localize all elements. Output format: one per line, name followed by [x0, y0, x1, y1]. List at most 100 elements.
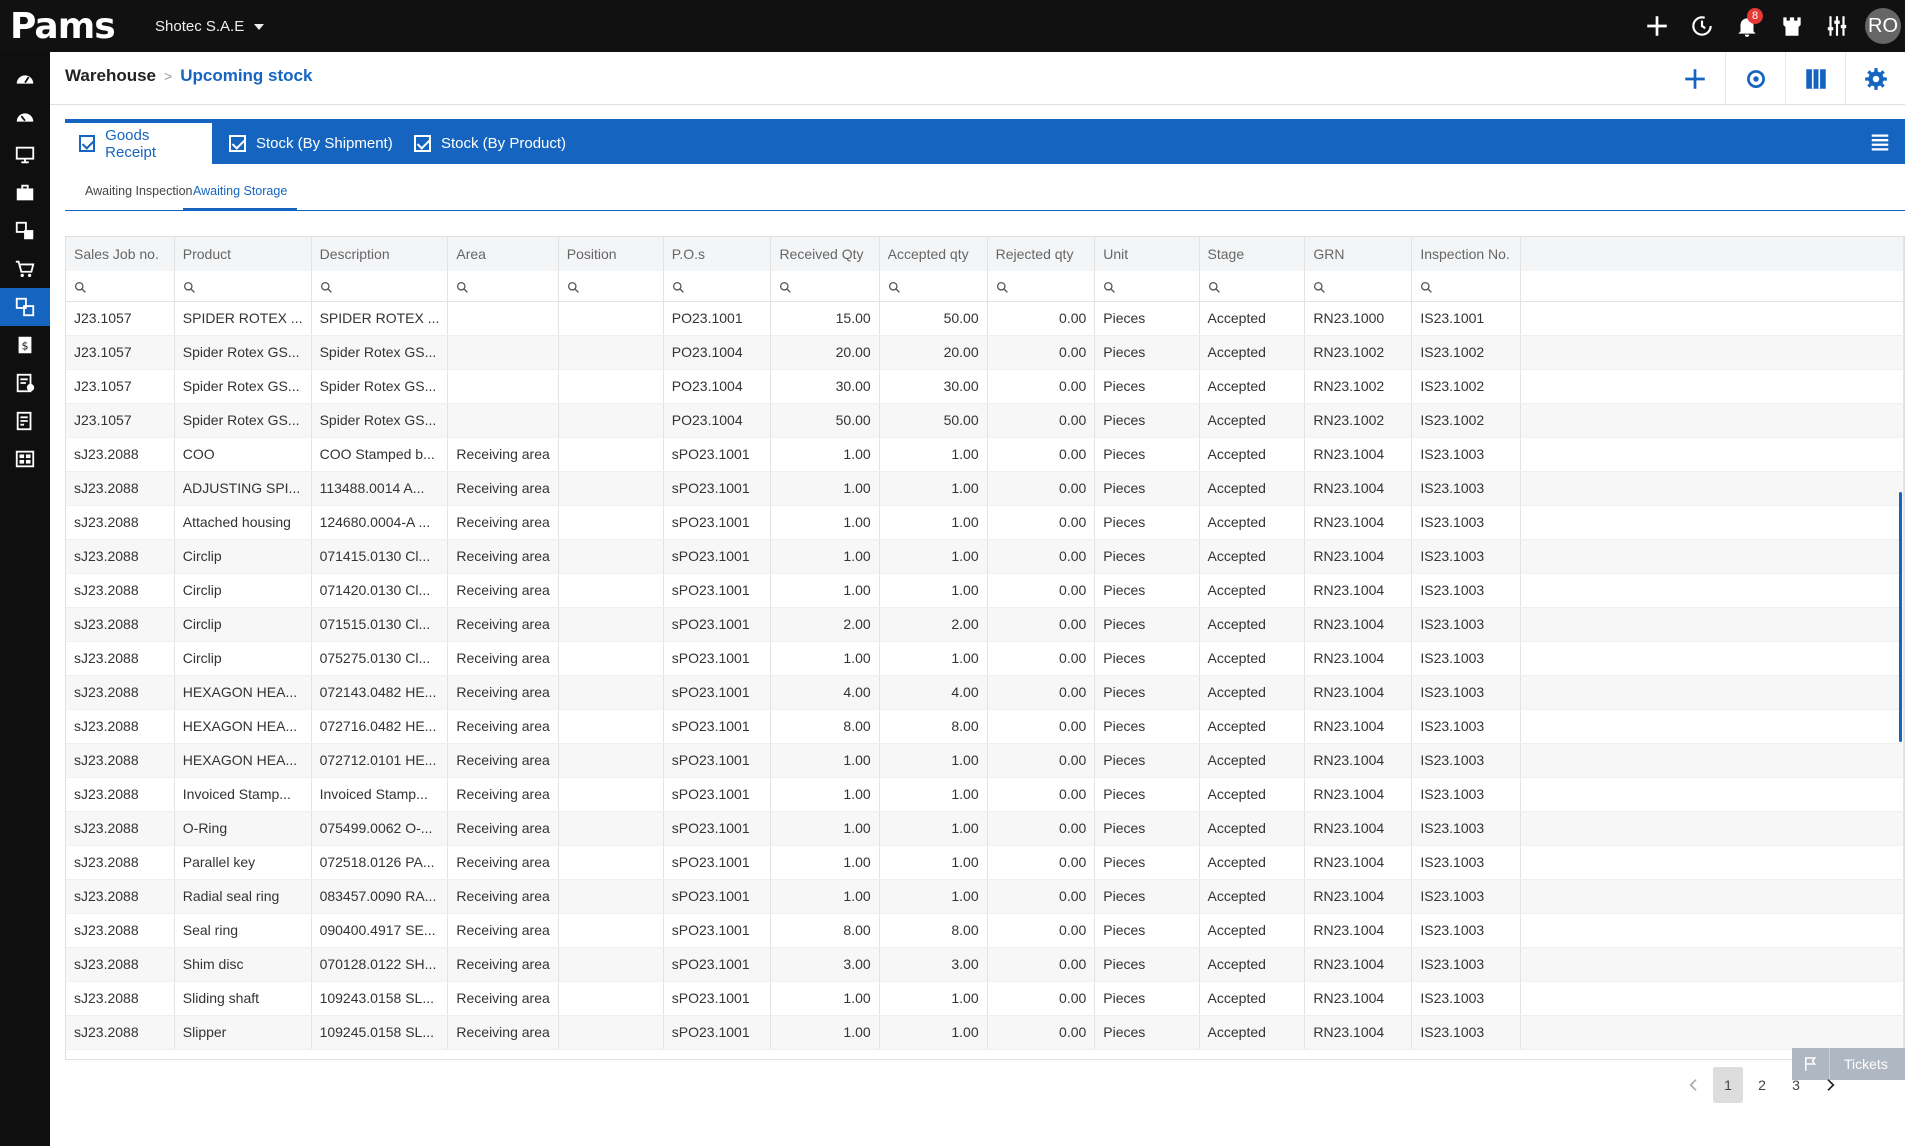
- table-cell[interactable]: IS23.1003: [1411, 981, 1522, 1016]
- app-logo[interactable]: Pams: [10, 6, 116, 47]
- page-3-button[interactable]: 3: [1781, 1067, 1811, 1103]
- table-cell[interactable]: RN23.1004: [1304, 1015, 1413, 1050]
- column-filter[interactable]: [174, 271, 312, 302]
- table-row[interactable]: sJ23.2088 Circlip 071415.0130 Cl... Receivi…: [66, 539, 1904, 574]
- sidebar-invoice-dollar-icon[interactable]: $: [0, 326, 50, 364]
- table-cell[interactable]: RN23.1004: [1304, 879, 1413, 914]
- table-cell[interactable]: sPO23.1001: [663, 777, 772, 812]
- sidebar-checklist-icon[interactable]: [0, 364, 50, 402]
- table-cell[interactable]: sPO23.1001: [663, 607, 772, 642]
- table-cell[interactable]: IS23.1003: [1411, 539, 1522, 574]
- table-cell[interactable]: RN23.1004: [1304, 471, 1413, 506]
- table-cell[interactable]: RN23.1004: [1304, 777, 1413, 812]
- table-row[interactable]: sJ23.2088 COO COO Stamped b... Receiving ar…: [66, 437, 1904, 472]
- table-cell[interactable]: sJ23.2088: [66, 641, 175, 676]
- table-cell[interactable]: sJ23.2088: [66, 777, 175, 812]
- table-row[interactable]: sJ23.2088 O-Ring 075499.0062 O-... Receivin…: [66, 811, 1904, 846]
- table-row[interactable]: sJ23.2088 Slipper 109245.0158 SL... Receivi…: [66, 1015, 1904, 1050]
- table-cell[interactable]: sJ23.2088: [66, 743, 175, 778]
- table-cell[interactable]: RN23.1004: [1304, 607, 1413, 642]
- table-cell[interactable]: IS23.1003: [1411, 879, 1522, 914]
- table-cell[interactable]: IS23.1003: [1411, 811, 1522, 846]
- column-filter[interactable]: [1094, 271, 1200, 302]
- tab-stock-by-shipment[interactable]: Stock (By Shipment): [215, 123, 407, 164]
- table-cell[interactable]: sPO23.1001: [663, 709, 772, 744]
- sidebar-monitor-icon[interactable]: [0, 136, 50, 174]
- table-cell[interactable]: sPO23.1001: [663, 811, 772, 846]
- table-cell[interactable]: RN23.1004: [1304, 539, 1413, 574]
- table-cell[interactable]: RN23.1002: [1304, 369, 1413, 404]
- table-cell[interactable]: RN23.1004: [1304, 981, 1413, 1016]
- table-cell[interactable]: sJ23.2088: [66, 471, 175, 506]
- add-record-icon[interactable]: [1665, 52, 1725, 105]
- table-cell[interactable]: IS23.1002: [1411, 335, 1522, 370]
- user-avatar[interactable]: RO: [1865, 8, 1901, 44]
- column-header[interactable]: Description: [311, 237, 449, 271]
- table-row[interactable]: sJ23.2088 HEXAGON HEA... 072143.0482 HE...…: [66, 675, 1904, 710]
- column-header[interactable]: Product: [174, 237, 312, 271]
- column-filter[interactable]: [558, 271, 664, 302]
- table-cell[interactable]: IS23.1003: [1411, 777, 1522, 812]
- table-cell[interactable]: sPO23.1001: [663, 845, 772, 880]
- table-cell[interactable]: RN23.1002: [1304, 403, 1413, 438]
- table-cell[interactable]: RN23.1004: [1304, 845, 1413, 880]
- table-cell[interactable]: sPO23.1001: [663, 913, 772, 948]
- table-cell[interactable]: RN23.1004: [1304, 675, 1413, 710]
- company-selector[interactable]: Shotec S.A.E: [155, 18, 265, 35]
- table-cell[interactable]: RN23.1004: [1304, 505, 1413, 540]
- table-cell[interactable]: sPO23.1001: [663, 573, 772, 608]
- table-cell[interactable]: IS23.1003: [1411, 675, 1522, 710]
- column-header[interactable]: Rejected qty: [987, 237, 1096, 271]
- sidebar-report-icon[interactable]: [0, 402, 50, 440]
- table-cell[interactable]: PO23.1004: [663, 335, 772, 370]
- column-header[interactable]: Received Qty: [770, 237, 880, 271]
- table-cell[interactable]: IS23.1002: [1411, 369, 1522, 404]
- vertical-scrollbar[interactable]: [1899, 492, 1902, 742]
- table-cell[interactable]: sJ23.2088: [66, 1015, 175, 1050]
- table-cell[interactable]: IS23.1003: [1411, 743, 1522, 778]
- table-cell[interactable]: sPO23.1001: [663, 505, 772, 540]
- table-cell[interactable]: sPO23.1001: [663, 539, 772, 574]
- next-page-chevron-icon[interactable]: [1815, 1067, 1845, 1103]
- table-row[interactable]: sJ23.2088 Circlip 071515.0130 Cl... Receivi…: [66, 607, 1904, 642]
- table-row[interactable]: J23.1057 SPIDER ROTEX ... SPIDER ROTEX ...…: [66, 301, 1904, 336]
- table-row[interactable]: sJ23.2088 Shim disc 070128.0122 SH... Recei…: [66, 947, 1904, 982]
- column-filter[interactable]: [663, 271, 772, 302]
- sidebar-briefcase-icon[interactable]: [0, 174, 50, 212]
- table-row[interactable]: sJ23.2088 Sliding shaft 109243.0158 SL... R…: [66, 981, 1904, 1016]
- add-icon[interactable]: [1634, 0, 1679, 52]
- column-header[interactable]: Inspection No.: [1411, 237, 1522, 271]
- column-filter[interactable]: [770, 271, 880, 302]
- table-cell[interactable]: IS23.1001: [1411, 301, 1522, 336]
- tab-stock-by-product[interactable]: Stock (By Product): [400, 123, 580, 164]
- table-cell[interactable]: J23.1057: [66, 301, 175, 336]
- table-cell[interactable]: sJ23.2088: [66, 539, 175, 574]
- notifications-bell-icon[interactable]: 8: [1724, 0, 1769, 52]
- table-cell[interactable]: RN23.1000: [1304, 301, 1413, 336]
- table-cell[interactable]: sJ23.2088: [66, 947, 175, 982]
- page-2-button[interactable]: 2: [1747, 1067, 1777, 1103]
- table-cell[interactable]: RN23.1004: [1304, 913, 1413, 948]
- table-row[interactable]: J23.1057 Spider Rotex GS... Spider Rotex G…: [66, 369, 1904, 404]
- sidebar-warehouse-icon[interactable]: [0, 288, 50, 326]
- refresh-icon[interactable]: [1725, 52, 1785, 105]
- table-cell[interactable]: IS23.1003: [1411, 573, 1522, 608]
- table-cell[interactable]: sPO23.1001: [663, 743, 772, 778]
- table-cell[interactable]: IS23.1003: [1411, 641, 1522, 676]
- table-row[interactable]: sJ23.2088 Seal ring 090400.4917 SE... Recei…: [66, 913, 1904, 948]
- table-cell[interactable]: sJ23.2088: [66, 573, 175, 608]
- table-row[interactable]: J23.1057 Spider Rotex GS... Spider Rotex G…: [66, 335, 1904, 370]
- columns-layout-icon[interactable]: [1785, 52, 1845, 105]
- sidebar-dashboard-tiles-icon[interactable]: [0, 440, 50, 478]
- table-cell[interactable]: sPO23.1001: [663, 641, 772, 676]
- table-row[interactable]: sJ23.2088 HEXAGON HEA... 072716.0482 HE...…: [66, 709, 1904, 744]
- table-cell[interactable]: sPO23.1001: [663, 1015, 772, 1050]
- table-cell[interactable]: RN23.1004: [1304, 743, 1413, 778]
- table-cell[interactable]: IS23.1003: [1411, 845, 1522, 880]
- sidebar-cart-icon[interactable]: [0, 250, 50, 288]
- table-cell[interactable]: J23.1057: [66, 403, 175, 438]
- warehouse-castle-icon[interactable]: [1769, 0, 1814, 52]
- table-cell[interactable]: sPO23.1001: [663, 437, 772, 472]
- settings-sliders-icon[interactable]: [1814, 0, 1859, 52]
- table-cell[interactable]: RN23.1004: [1304, 641, 1413, 676]
